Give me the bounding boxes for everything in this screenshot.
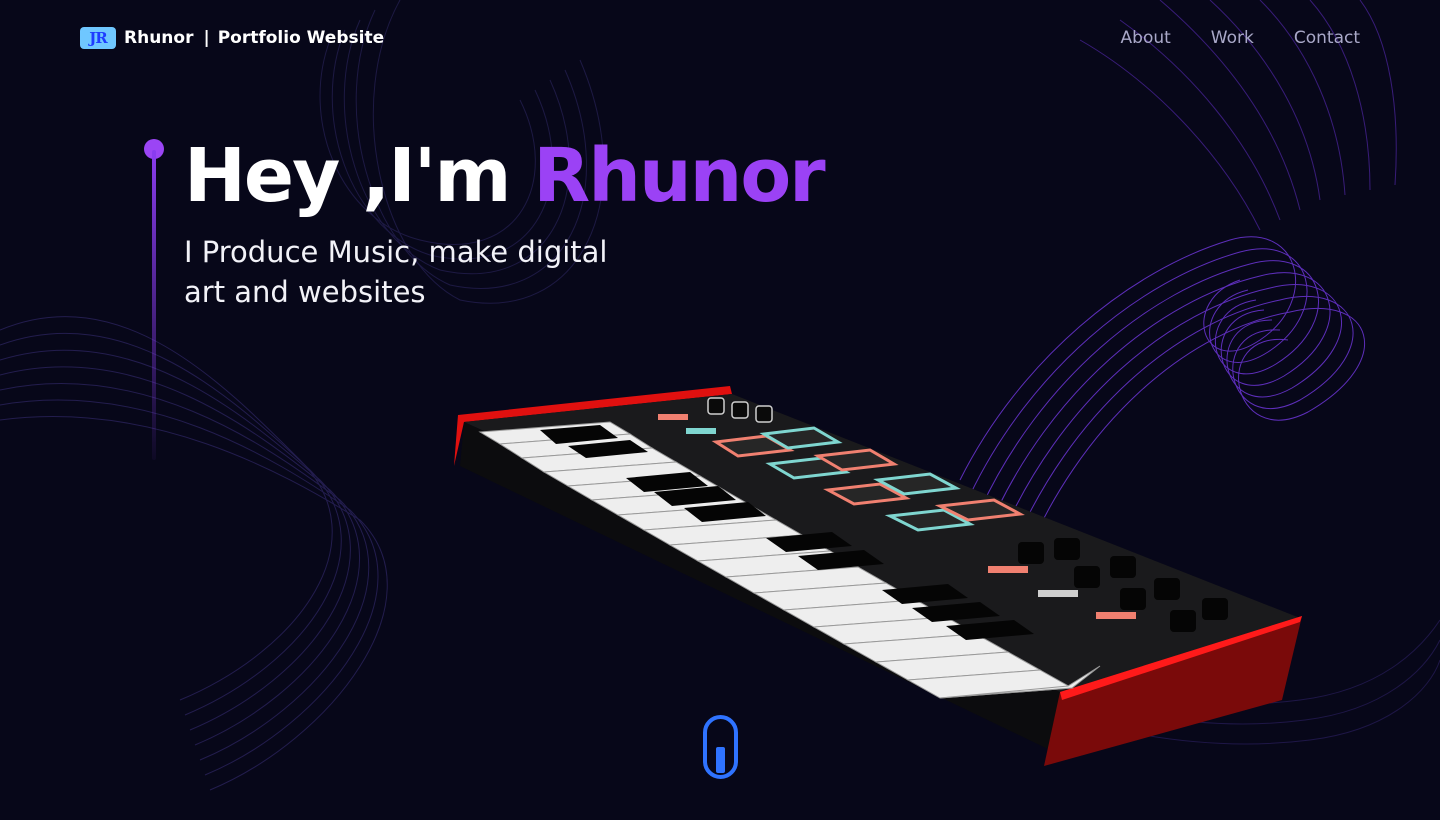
midi-keyboard-illustration	[454, 386, 1302, 766]
brand-name: Rhunor	[124, 28, 194, 48]
hero-subtitle-line2: art and websites	[184, 275, 426, 309]
nav-link-contact[interactable]: Contact	[1294, 28, 1360, 48]
hero-subtitle: I Produce Music, make digital art and we…	[184, 232, 654, 312]
brand-subtitle: Portfolio Website	[217, 28, 385, 48]
nav-links: About Work Contact	[1121, 28, 1360, 48]
top-navbar: JR Rhunor | Portfolio Website About Work…	[80, 20, 1360, 56]
hero-greeting: Hey ,I'm	[184, 133, 534, 219]
brand-home-link[interactable]: JR Rhunor | Portfolio Website	[80, 27, 384, 49]
hero-subtitle-line1: I Produce Music, make digital	[184, 235, 608, 269]
hero-timeline-line	[152, 150, 156, 460]
hero-title: Hey ,I'm Rhunor	[184, 130, 826, 222]
nav-link-work[interactable]: Work	[1211, 28, 1254, 48]
scroll-wheel-indicator	[716, 747, 725, 773]
mouse-scroll-icon[interactable]	[703, 715, 738, 779]
nav-link-about[interactable]: About	[1121, 28, 1171, 48]
brand-separator: |	[203, 28, 210, 48]
brand-logo-icon: JR	[80, 27, 116, 49]
hero-name: Rhunor	[533, 133, 825, 219]
